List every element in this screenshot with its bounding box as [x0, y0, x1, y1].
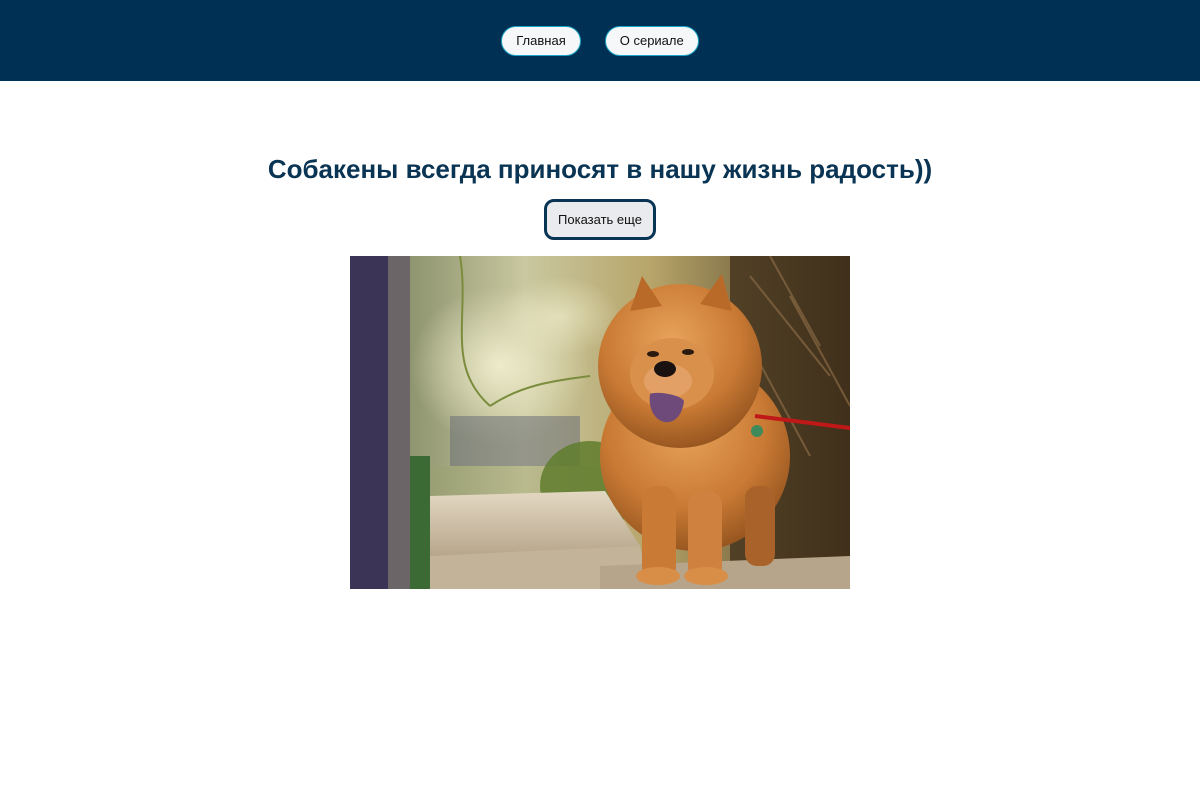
page-title: Собакены всегда приносят в нашу жизнь ра… [267, 154, 933, 184]
show-more-button[interactable]: Показать еще [544, 199, 656, 240]
nav-home-button[interactable]: Главная [501, 25, 581, 56]
nav-about-series-button[interactable]: О сериале [604, 25, 699, 56]
dog-photo [350, 256, 850, 589]
top-nav-bar: Главная О сериале [0, 0, 1200, 81]
main-content: Собакены всегда приносят в нашу жизнь ра… [0, 81, 1200, 589]
